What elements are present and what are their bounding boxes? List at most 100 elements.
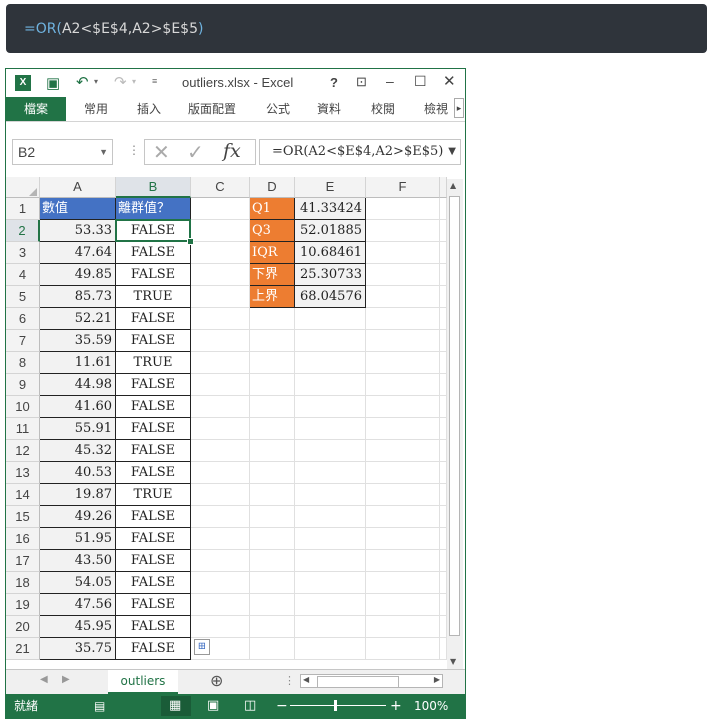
macro-record-icon[interactable]: ▤ — [94, 694, 105, 718]
flag-cell[interactable]: TRUE — [116, 286, 191, 308]
cell[interactable] — [366, 528, 440, 550]
flag-cell[interactable]: FALSE — [116, 330, 191, 352]
cell[interactable] — [295, 396, 366, 418]
prev-sheet-icon[interactable]: ◀ — [40, 674, 48, 685]
row-header-12[interactable]: 12 — [6, 440, 40, 462]
stat-value[interactable]: 25.30733 — [295, 264, 366, 286]
cell[interactable] — [250, 506, 295, 528]
flag-cell[interactable]: FALSE — [116, 308, 191, 330]
cell[interactable] — [250, 550, 295, 572]
row-header-11[interactable]: 11 — [6, 418, 40, 440]
cell[interactable] — [191, 550, 250, 572]
cell[interactable] — [250, 462, 295, 484]
value-cell[interactable]: 47.64 — [40, 242, 116, 264]
value-cell[interactable]: 19.87 — [40, 484, 116, 506]
value-cell[interactable]: 51.95 — [40, 528, 116, 550]
cell[interactable] — [295, 528, 366, 550]
page-layout-view-icon[interactable]: ▣ — [207, 694, 219, 718]
flag-cell[interactable]: FALSE — [116, 242, 191, 264]
name-box[interactable]: B2 ▼ — [12, 139, 113, 165]
flag-cell[interactable]: FALSE — [116, 374, 191, 396]
cell[interactable] — [250, 484, 295, 506]
cell[interactable] — [366, 550, 440, 572]
fill-handle[interactable] — [187, 238, 194, 245]
stat-value[interactable]: 10.68461 — [295, 242, 366, 264]
zoom-slider[interactable] — [290, 705, 386, 706]
row-header-15[interactable]: 15 — [6, 506, 40, 528]
cell[interactable] — [295, 550, 366, 572]
row-header-18[interactable]: 18 — [6, 572, 40, 594]
cell[interactable] — [366, 440, 440, 462]
redo-dropdown-icon[interactable]: ▾ — [132, 77, 136, 86]
cell[interactable] — [366, 308, 440, 330]
cell[interactable] — [366, 506, 440, 528]
cell[interactable] — [191, 396, 250, 418]
value-cell[interactable]: 47.56 — [40, 594, 116, 616]
minimize-icon[interactable]: – — [386, 73, 394, 89]
scroll-thumb[interactable] — [449, 196, 460, 636]
cell[interactable] — [250, 528, 295, 550]
cell[interactable] — [366, 396, 440, 418]
flag-cell[interactable]: TRUE — [116, 352, 191, 374]
insert-function-icon[interactable]: fx — [223, 140, 241, 162]
row-header-14[interactable]: 14 — [6, 484, 40, 506]
scroll-right-icon[interactable]: ▶ — [434, 675, 440, 684]
value-cell[interactable]: 44.98 — [40, 374, 116, 396]
cell[interactable] — [366, 198, 440, 220]
cell[interactable] — [295, 594, 366, 616]
cell[interactable] — [250, 572, 295, 594]
cell[interactable] — [250, 374, 295, 396]
formula-input[interactable]: =OR(A2<$E$4,A2>$E$5) ▼ — [259, 139, 461, 165]
cell[interactable] — [295, 506, 366, 528]
row-header-21[interactable]: 21 — [6, 638, 40, 660]
hscroll-divider-icon[interactable]: ⋮ — [284, 674, 295, 687]
cell[interactable] — [191, 462, 250, 484]
ribbon-tab-3[interactable]: 版面配置 — [188, 97, 236, 121]
expand-formula-icon[interactable]: ▼ — [448, 140, 456, 164]
column-header-f[interactable]: F — [366, 177, 440, 198]
cell[interactable] — [366, 286, 440, 308]
column-header-d[interactable]: D — [250, 177, 295, 198]
column-header-b[interactable]: B — [116, 177, 191, 198]
cell[interactable] — [295, 462, 366, 484]
ribbon-tab-4[interactable]: 公式 — [266, 97, 290, 121]
ribbon-tab-2[interactable]: 插入 — [137, 97, 161, 121]
customize-toolbar-icon[interactable]: ≡ — [152, 76, 157, 86]
chevron-down-icon[interactable]: ▼ — [99, 140, 108, 164]
value-cell[interactable]: 52.21 — [40, 308, 116, 330]
cell[interactable] — [295, 572, 366, 594]
cell[interactable] — [295, 374, 366, 396]
cell[interactable] — [366, 638, 440, 660]
flag-cell[interactable]: FALSE — [116, 418, 191, 440]
flag-cell[interactable]: FALSE — [116, 594, 191, 616]
stat-label[interactable]: Q1 — [250, 198, 295, 220]
row-header-6[interactable]: 6 — [6, 308, 40, 330]
cell[interactable] — [191, 308, 250, 330]
stat-label[interactable]: 上界 — [250, 286, 295, 308]
flag-cell[interactable]: FALSE — [116, 638, 191, 660]
cell[interactable] — [191, 352, 250, 374]
horizontal-scrollbar[interactable]: ◀ ▶ — [300, 674, 443, 688]
row-header-10[interactable]: 10 — [6, 396, 40, 418]
value-cell[interactable]: 85.73 — [40, 286, 116, 308]
value-cell[interactable]: 43.50 — [40, 550, 116, 572]
cell[interactable] — [250, 308, 295, 330]
value-cell[interactable]: 45.32 — [40, 440, 116, 462]
cell[interactable] — [295, 308, 366, 330]
ribbon-tab-5[interactable]: 資料 — [317, 97, 341, 121]
cell[interactable] — [366, 242, 440, 264]
cell[interactable] — [250, 330, 295, 352]
ribbon-scroll-icon[interactable]: ▸ — [454, 98, 464, 118]
cell[interactable] — [191, 484, 250, 506]
flag-cell[interactable]: FALSE — [116, 264, 191, 286]
cell[interactable] — [191, 198, 250, 220]
stat-value[interactable]: 41.33424 — [295, 198, 366, 220]
column-header-a[interactable]: A — [40, 177, 116, 198]
scroll-up-icon[interactable]: ▲ — [450, 181, 456, 190]
flag-cell[interactable]: FALSE — [116, 506, 191, 528]
cell[interactable] — [250, 418, 295, 440]
cell[interactable] — [191, 220, 250, 242]
cell[interactable] — [366, 220, 440, 242]
sheet-tab-outliers[interactable]: outliers — [108, 670, 178, 694]
flag-cell[interactable]: FALSE — [116, 528, 191, 550]
